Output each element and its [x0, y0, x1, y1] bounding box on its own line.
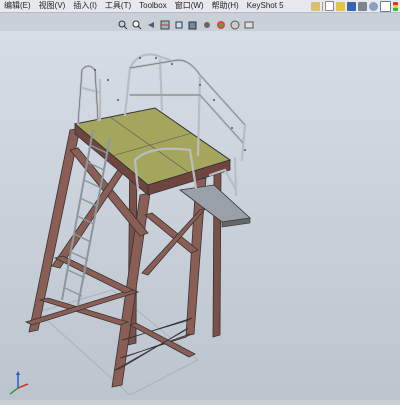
menu-bar: 编辑(E) 视图(V) 插入(I) 工具(T) Toolbox 窗口(W) 帮助… [0, 0, 400, 13]
view-settings-icon[interactable] [244, 17, 254, 29]
menu-edit[interactable]: 编辑(E) [0, 0, 35, 12]
zoom-to-fit-icon[interactable] [118, 17, 128, 30]
section-view-icon[interactable] [160, 17, 170, 30]
select-arrow-icon[interactable] [380, 0, 391, 12]
previous-view-icon[interactable] [146, 17, 156, 28]
open-folder-icon[interactable] [336, 1, 345, 11]
hide-show-icon[interactable] [202, 17, 212, 28]
menu-view[interactable]: 视图(V) [35, 0, 70, 12]
quick-access-toolbar [311, 0, 400, 12]
graphics-viewport[interactable] [0, 31, 400, 400]
separator [322, 1, 323, 11]
undo-icon[interactable] [369, 1, 378, 11]
heads-up-view-toolbar [0, 13, 400, 31]
edit-appearance-icon[interactable] [216, 17, 226, 29]
menu-toolbox[interactable]: Toolbox [135, 0, 171, 12]
apply-scene-icon[interactable] [230, 17, 240, 30]
display-style-icon[interactable] [188, 17, 198, 30]
view-orientation-icon[interactable] [174, 17, 184, 29]
menu-insert[interactable]: 插入(I) [69, 0, 101, 12]
menu-help[interactable]: 帮助(H) [208, 0, 243, 12]
print-icon[interactable] [358, 1, 367, 11]
menu-tools[interactable]: 工具(T) [101, 0, 135, 12]
pin-icon[interactable] [311, 1, 320, 11]
traffic-light-icon[interactable] [393, 1, 398, 11]
menu-window[interactable]: 窗口(W) [171, 0, 208, 12]
model-view [0, 31, 400, 400]
new-document-icon[interactable] [325, 1, 334, 11]
zoom-area-icon[interactable] [132, 17, 142, 30]
save-icon[interactable] [347, 1, 356, 11]
menu-keyshot[interactable]: KeyShot 5 [243, 0, 288, 12]
